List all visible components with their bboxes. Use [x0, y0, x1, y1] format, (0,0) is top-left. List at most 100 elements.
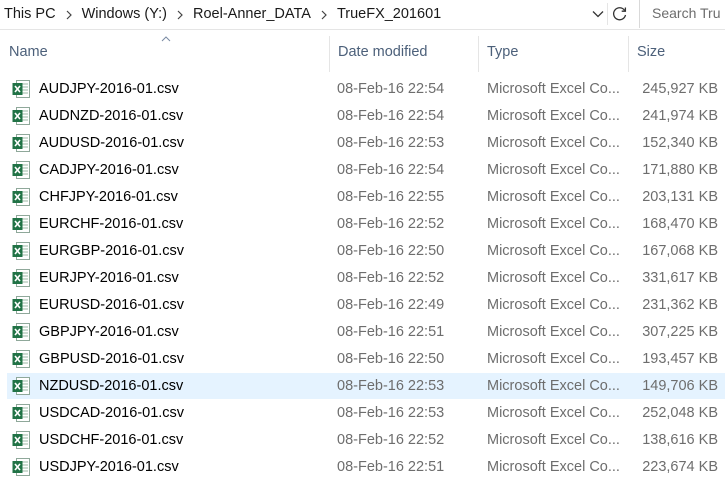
breadcrumb-this-pc[interactable]: This PC	[2, 6, 58, 22]
file-row[interactable]: EURCHF-2016-01.csv 08-Feb-16 22:52 Microso…	[7, 211, 725, 237]
file-size: 138,616 KB	[642, 432, 718, 448]
column-header-size[interactable]: Size	[628, 30, 725, 74]
file-row[interactable]: USDCAD-2016-01.csv 08-Feb-16 22:53 Microso…	[7, 400, 725, 426]
chevron-right-icon[interactable]	[169, 7, 191, 21]
file-row[interactable]: USDJPY-2016-01.csv 08-Feb-16 22:51 Microso…	[7, 454, 725, 480]
file-name: GBPUSD-2016-01.csv	[39, 351, 185, 367]
excel-csv-icon	[12, 404, 30, 422]
file-row[interactable]: EURUSD-2016-01.csv 08-Feb-16 22:49 Microso…	[7, 292, 725, 318]
file-date-modified: 08-Feb-16 22:52	[337, 270, 445, 286]
file-date-modified: 08-Feb-16 22:51	[337, 459, 445, 475]
file-row[interactable]: AUDJPY-2016-01.csv 08-Feb-16 22:54 Microso…	[7, 76, 725, 102]
chevron-down-icon[interactable]	[589, 5, 607, 23]
file-date-modified: 08-Feb-16 22:50	[337, 243, 445, 259]
file-size: 331,617 KB	[642, 270, 718, 286]
file-size: 193,457 KB	[642, 351, 718, 367]
file-size: 152,340 KB	[642, 135, 718, 151]
chevron-right-icon[interactable]	[313, 7, 335, 21]
search-input[interactable]	[652, 5, 725, 21]
file-name: EURJPY-2016-01.csv	[39, 270, 179, 286]
file-row[interactable]: CHFJPY-2016-01.csv 08-Feb-16 22:55 Microso…	[7, 184, 725, 210]
excel-csv-icon	[12, 458, 30, 476]
file-name: USDJPY-2016-01.csv	[39, 459, 179, 475]
file-name: EURCHF-2016-01.csv	[39, 216, 184, 232]
file-name: GBPJPY-2016-01.csv	[39, 324, 179, 340]
file-row[interactable]: AUDNZD-2016-01.csv 08-Feb-16 22:54 Microso…	[7, 103, 725, 129]
file-size: 307,225 KB	[642, 324, 718, 340]
excel-csv-icon	[12, 350, 30, 368]
file-size: 167,068 KB	[642, 243, 718, 259]
file-type: Microsoft Excel Co...	[487, 324, 620, 340]
file-type: Microsoft Excel Co...	[487, 459, 620, 475]
file-row[interactable]: NZDUSD-2016-01.csv 08-Feb-16 22:53 Microso…	[7, 373, 725, 399]
file-size: 252,048 KB	[642, 405, 718, 421]
file-type: Microsoft Excel Co...	[487, 162, 620, 178]
excel-csv-icon	[12, 296, 30, 314]
file-row[interactable]: AUDUSD-2016-01.csv 08-Feb-16 22:53 Microso…	[7, 130, 725, 156]
file-name: EURGBP-2016-01.csv	[39, 243, 185, 259]
file-type: Microsoft Excel Co...	[487, 405, 620, 421]
file-row[interactable]: USDCHF-2016-01.csv 08-Feb-16 22:52 Microso…	[7, 427, 725, 453]
file-date-modified: 08-Feb-16 22:54	[337, 162, 445, 178]
file-name: NZDUSD-2016-01.csv	[39, 378, 184, 394]
file-row[interactable]: EURJPY-2016-01.csv 08-Feb-16 22:52 Microso…	[7, 265, 725, 291]
excel-csv-icon	[12, 215, 30, 233]
chevron-right-icon[interactable]	[58, 7, 80, 21]
column-header-name[interactable]: Name	[0, 30, 329, 74]
file-name: AUDUSD-2016-01.csv	[39, 135, 185, 151]
file-row[interactable]: EURGBP-2016-01.csv 08-Feb-16 22:50 Microso…	[7, 238, 725, 264]
file-row[interactable]: GBPUSD-2016-01.csv 08-Feb-16 22:50 Microso…	[7, 346, 725, 372]
file-size: 245,927 KB	[642, 81, 718, 97]
file-date-modified: 08-Feb-16 22:50	[337, 351, 445, 367]
file-row[interactable]: GBPJPY-2016-01.csv 08-Feb-16 22:51 Microso…	[7, 319, 725, 345]
address-bar[interactable]: This PC Windows (Y:) Roel-Anner_DATA Tru…	[0, 0, 725, 30]
file-date-modified: 08-Feb-16 22:53	[337, 135, 445, 151]
column-header-type[interactable]: Type	[478, 30, 628, 74]
file-name: EURUSD-2016-01.csv	[39, 297, 185, 313]
excel-csv-icon	[12, 431, 30, 449]
breadcrumb-data-folder[interactable]: Roel-Anner_DATA	[191, 6, 313, 22]
file-name: AUDJPY-2016-01.csv	[39, 81, 179, 97]
file-date-modified: 08-Feb-16 22:51	[337, 324, 445, 340]
column-header-date-modified[interactable]: Date modified	[329, 30, 479, 74]
excel-csv-icon	[12, 323, 30, 341]
file-type: Microsoft Excel Co...	[487, 81, 620, 97]
file-name: USDCAD-2016-01.csv	[39, 405, 185, 421]
file-name: CADJPY-2016-01.csv	[39, 162, 179, 178]
file-date-modified: 08-Feb-16 22:54	[337, 108, 445, 124]
file-date-modified: 08-Feb-16 22:54	[337, 81, 445, 97]
excel-csv-icon	[12, 161, 30, 179]
file-type: Microsoft Excel Co...	[487, 432, 620, 448]
file-size: 168,470 KB	[642, 216, 718, 232]
file-name: CHFJPY-2016-01.csv	[39, 189, 178, 205]
column-header-row: Name Date modified Type Size	[0, 30, 725, 74]
excel-csv-icon	[12, 134, 30, 152]
file-row[interactable]: CADJPY-2016-01.csv 08-Feb-16 22:54 Microso…	[7, 157, 725, 183]
address-divider	[607, 3, 608, 25]
file-date-modified: 08-Feb-16 22:49	[337, 297, 445, 313]
file-type: Microsoft Excel Co...	[487, 270, 620, 286]
file-size: 171,880 KB	[642, 162, 718, 178]
file-name: AUDNZD-2016-01.csv	[39, 108, 184, 124]
sort-ascending-icon	[161, 36, 171, 42]
file-size: 241,974 KB	[642, 108, 718, 124]
file-type: Microsoft Excel Co...	[487, 108, 620, 124]
excel-csv-icon	[12, 107, 30, 125]
excel-csv-icon	[12, 188, 30, 206]
excel-csv-icon	[12, 269, 30, 287]
file-type: Microsoft Excel Co...	[487, 243, 620, 259]
file-type: Microsoft Excel Co...	[487, 297, 620, 313]
file-type: Microsoft Excel Co...	[487, 351, 620, 367]
breadcrumb-windows-drive[interactable]: Windows (Y:)	[80, 6, 169, 22]
file-type: Microsoft Excel Co...	[487, 135, 620, 151]
file-name: USDCHF-2016-01.csv	[39, 432, 184, 448]
breadcrumb-current-folder[interactable]: TrueFX_201601	[335, 6, 443, 22]
file-date-modified: 08-Feb-16 22:55	[337, 189, 445, 205]
file-date-modified: 08-Feb-16 22:52	[337, 432, 445, 448]
excel-csv-icon	[12, 242, 30, 260]
file-size: 203,131 KB	[642, 189, 718, 205]
refresh-icon[interactable]	[609, 4, 631, 24]
file-type: Microsoft Excel Co...	[487, 216, 620, 232]
search-box[interactable]	[639, 0, 725, 28]
file-size: 231,362 KB	[642, 297, 718, 313]
